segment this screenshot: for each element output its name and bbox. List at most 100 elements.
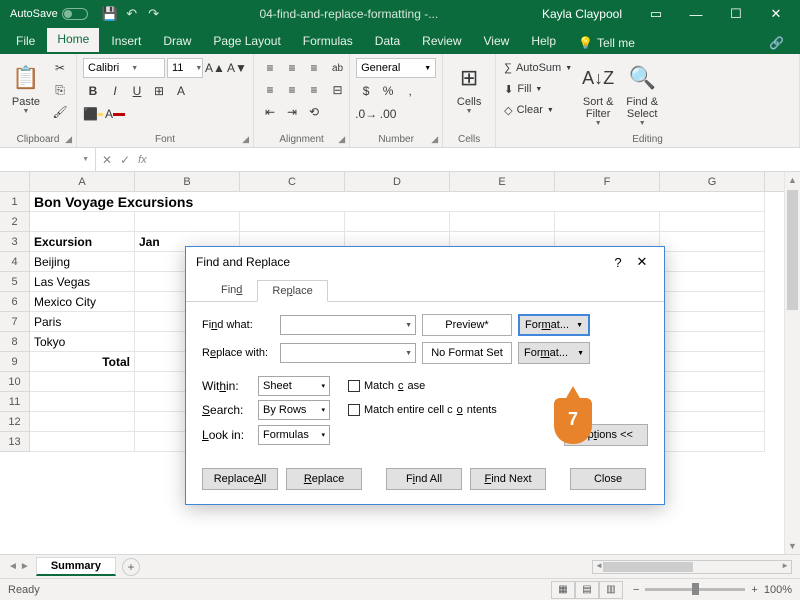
cell[interactable]: Mexico City	[30, 292, 135, 312]
select-all-corner[interactable]	[0, 172, 30, 191]
enter-formula-icon[interactable]: ✓	[120, 153, 130, 167]
align-middle-icon[interactable]: ≡	[282, 58, 302, 78]
page-layout-view-icon[interactable]: ▤	[575, 581, 599, 599]
row-header[interactable]: 11	[0, 392, 30, 412]
increase-indent-icon[interactable]: ⇥	[282, 102, 302, 122]
prev-sheet-icon[interactable]: ◄	[8, 561, 18, 572]
cell[interactable]: Paris	[30, 312, 135, 332]
help-icon[interactable]: ?	[606, 255, 630, 270]
border-button[interactable]: ⊞	[149, 81, 169, 101]
cell[interactable]: Excursion	[30, 232, 135, 252]
cancel-formula-icon[interactable]: ✕	[102, 153, 112, 167]
cell[interactable]	[660, 352, 765, 372]
cell[interactable]	[660, 292, 765, 312]
launcher-icon[interactable]: ◢	[431, 134, 438, 145]
tab-formulas[interactable]: Formulas	[293, 30, 363, 54]
merge-button[interactable]: ⊟	[332, 80, 343, 100]
increase-decimal-icon[interactable]: .0→	[356, 104, 376, 124]
col-header[interactable]: E	[450, 172, 555, 191]
cell[interactable]: Total	[30, 352, 135, 372]
cut-icon[interactable]: ✂	[50, 58, 70, 78]
launcher-icon[interactable]: ◢	[338, 134, 345, 145]
row-header[interactable]: 10	[0, 372, 30, 392]
tab-replace[interactable]: Replace	[257, 280, 327, 302]
decrease-font-icon[interactable]: A▼	[227, 58, 247, 78]
cell[interactable]	[135, 212, 240, 232]
maximize-icon[interactable]: ☐	[716, 0, 756, 28]
cell[interactable]	[660, 272, 765, 292]
cell[interactable]	[30, 392, 135, 412]
cell[interactable]	[450, 212, 555, 232]
align-bottom-icon[interactable]: ≡	[304, 58, 324, 78]
scroll-down-icon[interactable]: ▼	[785, 538, 800, 554]
align-center-icon[interactable]: ≡	[282, 80, 302, 100]
wrap-text-button[interactable]: ab	[332, 58, 343, 78]
search-select[interactable]: By Rows▾	[258, 400, 330, 420]
row-header[interactable]: 5	[0, 272, 30, 292]
percent-icon[interactable]: %	[378, 81, 398, 101]
orientation-icon[interactable]: ⟲	[304, 102, 324, 122]
save-icon[interactable]: 💾	[102, 6, 118, 22]
replace-format-button[interactable]: Format...▼	[518, 342, 590, 364]
replace-all-button[interactable]: Replace All	[202, 468, 278, 490]
row-header[interactable]: 6	[0, 292, 30, 312]
zoom-out-icon[interactable]: −	[633, 584, 639, 596]
more-font-icon[interactable]: A	[171, 81, 191, 101]
redo-icon[interactable]: ↷	[146, 6, 162, 22]
cell[interactable]: Tokyo	[30, 332, 135, 352]
copy-icon[interactable]: ⎘	[50, 80, 70, 100]
cell[interactable]	[555, 212, 660, 232]
fill-button[interactable]: ⬇Fill ▼	[502, 79, 574, 99]
match-case-checkbox[interactable]: Match case	[348, 380, 425, 392]
tab-help[interactable]: Help	[521, 30, 566, 54]
cell[interactable]	[660, 312, 765, 332]
share-icon[interactable]: 🔗	[759, 32, 794, 54]
minimize-icon[interactable]: —	[676, 0, 716, 28]
find-what-input[interactable]: ▼	[280, 315, 416, 335]
cell[interactable]	[660, 372, 765, 392]
cell[interactable]	[30, 412, 135, 432]
sort-filter-button[interactable]: A↓Z Sort & Filter▼	[578, 58, 618, 129]
vertical-scrollbar[interactable]: ▲ ▼	[784, 172, 800, 554]
col-header[interactable]: A	[30, 172, 135, 191]
decrease-decimal-icon[interactable]: .00	[378, 104, 398, 124]
cell[interactable]	[660, 392, 765, 412]
bold-button[interactable]: B	[83, 81, 103, 101]
col-header[interactable]: B	[135, 172, 240, 191]
cell[interactable]	[660, 212, 765, 232]
zoom-slider[interactable]	[645, 588, 745, 591]
find-format-button[interactable]: Format...▼	[518, 314, 590, 336]
row-header[interactable]: 7	[0, 312, 30, 332]
col-header[interactable]: D	[345, 172, 450, 191]
tab-draw[interactable]: Draw	[153, 30, 201, 54]
cell[interactable]	[345, 212, 450, 232]
tab-file[interactable]: File	[6, 30, 45, 54]
align-right-icon[interactable]: ≡	[304, 80, 324, 100]
close-dialog-icon[interactable]: ✕	[630, 254, 654, 270]
tab-page-layout[interactable]: Page Layout	[203, 30, 290, 54]
look-in-select[interactable]: Formulas▾	[258, 425, 330, 445]
tab-review[interactable]: Review	[412, 30, 471, 54]
row-header[interactable]: 13	[0, 432, 30, 452]
row-header[interactable]: 1	[0, 192, 30, 212]
scroll-thumb[interactable]	[787, 190, 798, 310]
align-left-icon[interactable]: ≡	[260, 80, 280, 100]
zoom-level[interactable]: 100%	[764, 584, 792, 596]
undo-icon[interactable]: ↶	[124, 6, 140, 22]
close-icon[interactable]: ✕	[756, 0, 796, 28]
tab-data[interactable]: Data	[365, 30, 410, 54]
row-header[interactable]: 4	[0, 252, 30, 272]
within-select[interactable]: Sheet▾	[258, 376, 330, 396]
tab-home[interactable]: Home	[47, 28, 99, 54]
zoom-in-icon[interactable]: +	[751, 584, 757, 596]
fill-color-button[interactable]: ⬛	[83, 104, 103, 124]
cell[interactable]: Las Vegas	[30, 272, 135, 292]
tab-find[interactable]: Find	[206, 279, 257, 301]
row-header[interactable]: 2	[0, 212, 30, 232]
row-header[interactable]: 3	[0, 232, 30, 252]
font-color-button[interactable]: A	[105, 104, 125, 124]
add-sheet-button[interactable]: +	[122, 558, 140, 576]
tab-insert[interactable]: Insert	[101, 30, 151, 54]
cells-button[interactable]: ⊞ Cells ▼	[449, 58, 489, 117]
ribbon-options-icon[interactable]: ▭	[636, 0, 676, 28]
